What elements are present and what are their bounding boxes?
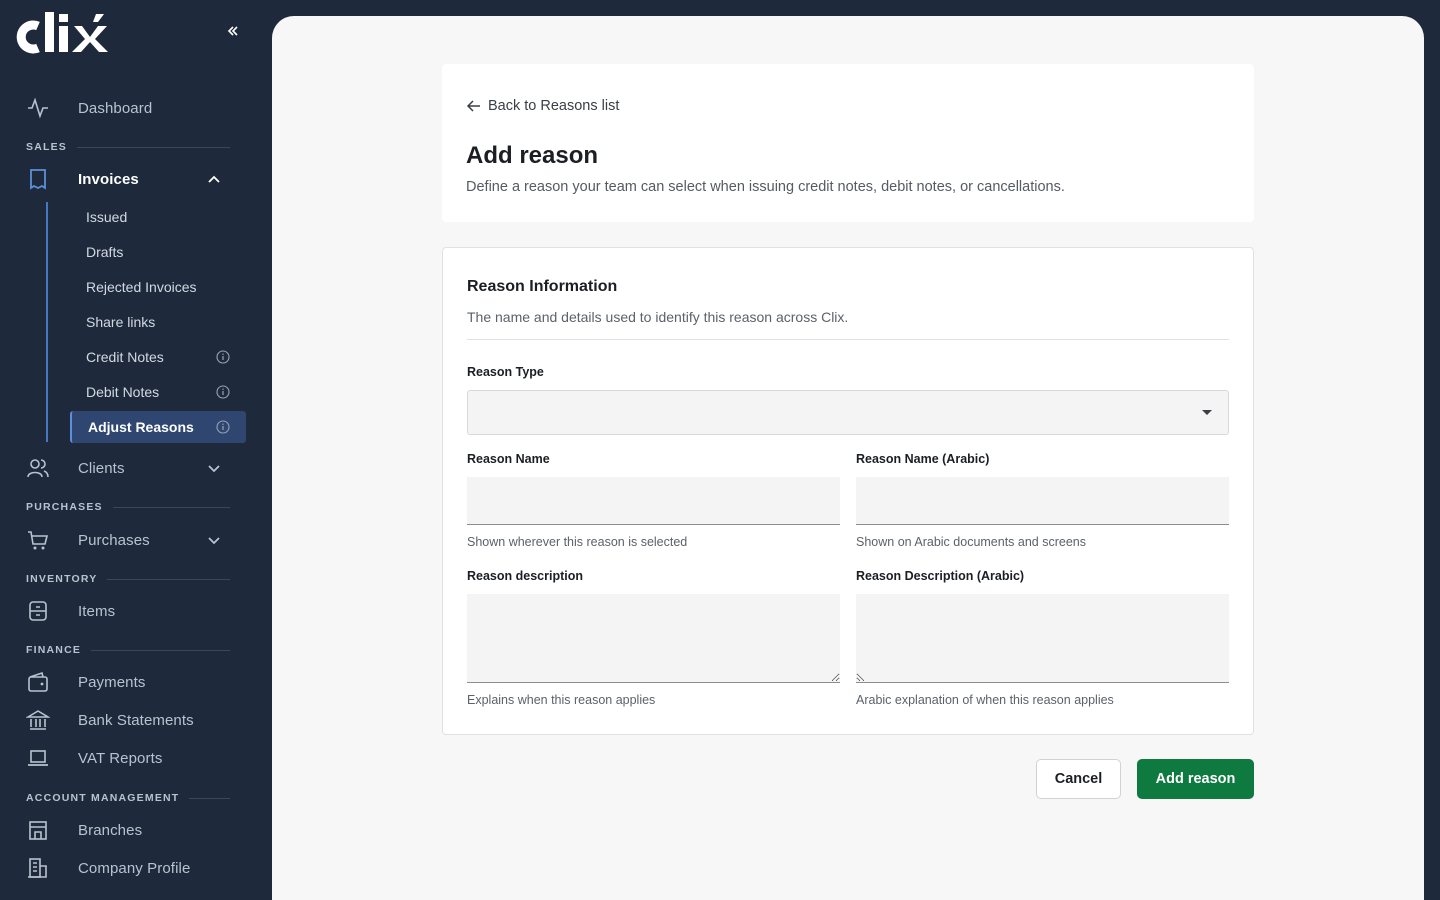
clix-logo — [16, 12, 108, 54]
sidebar-item-clients[interactable]: Clients — [26, 451, 232, 485]
sidebar-item-label: Bank Statements — [78, 711, 194, 729]
main-content: Back to Reasons list Add reason Define a… — [272, 16, 1424, 900]
sidebar-item-label: Payments — [78, 673, 146, 691]
sidebar-item-company-profile[interactable]: Company Profile — [26, 851, 232, 885]
sidebar-item-bank-statements[interactable]: Bank Statements — [26, 703, 232, 737]
sidebar-item-vat-reports[interactable]: VAT Reports — [26, 741, 232, 775]
sidebar-item-items[interactable]: Items — [26, 594, 232, 628]
laptop-icon — [28, 750, 48, 766]
section-account-management: ACCOUNT MANAGEMENT — [26, 791, 230, 805]
sidebar-subitem-drafts[interactable]: Drafts — [70, 236, 246, 268]
sidebar-item-label: Purchases — [78, 531, 150, 549]
section-purchases: PURCHASES — [26, 500, 230, 514]
section-sales: SALES — [26, 140, 230, 154]
reason-form: Reason Information The name and details … — [442, 247, 1254, 735]
page-header: Back to Reasons list Add reason Define a… — [442, 64, 1254, 222]
page-title: Add reason — [466, 142, 599, 169]
reason-description-arabic-label: Reason Description (Arabic) — [856, 569, 1025, 583]
section-subtitle: The name and details used to identify th… — [467, 309, 849, 325]
sidebar-item-label: Invoices — [78, 170, 139, 188]
users-icon — [27, 459, 49, 478]
sidebar-subitem-share-links[interactable]: Share links — [70, 306, 246, 338]
sidebar-item-label: Dashboard — [78, 99, 153, 117]
wallet-icon — [28, 671, 48, 692]
sidebar: Dashboard SALES Invoices Issued Drafts R… — [0, 0, 272, 900]
chevron-up-icon — [208, 175, 220, 183]
reason-description-label: Reason description — [467, 569, 583, 583]
reason-name-helper: Shown wherever this reason is selected — [467, 535, 688, 549]
add-reason-button[interactable]: Add reason — [1137, 759, 1254, 799]
page-subtitle: Define a reason your team can select whe… — [466, 179, 1065, 195]
reason-type-label: Reason Type — [467, 365, 544, 379]
cancel-button[interactable]: Cancel — [1036, 759, 1121, 799]
reason-description-arabic-helper: Arabic explanation of when this reason a… — [856, 693, 1114, 707]
sidebar-item-label: VAT Reports — [78, 749, 163, 767]
reason-type-select[interactable] — [467, 390, 1229, 435]
sidebar-item-label: Clients — [78, 459, 125, 477]
section-inventory: INVENTORY — [26, 572, 230, 586]
chevron-down-icon — [208, 465, 220, 473]
sidebar-item-label: Branches — [78, 821, 143, 839]
activity-icon — [28, 97, 48, 119]
reason-name-label: Reason Name — [467, 452, 550, 466]
sidebar-item-label: Company Profile — [78, 859, 191, 877]
reason-name-arabic-input[interactable] — [856, 477, 1229, 525]
sidebar-subitem-credit-notes[interactable]: Credit Notes — [70, 341, 246, 373]
collapse-sidebar-button[interactable] — [222, 20, 244, 42]
sidebar-subitem-debit-notes[interactable]: Debit Notes — [70, 376, 246, 408]
info-icon[interactable] — [216, 350, 230, 364]
reason-name-arabic-label: Reason Name (Arabic) — [856, 452, 990, 466]
arrow-left-icon — [466, 100, 480, 112]
box-icon — [29, 601, 47, 621]
sidebar-item-dashboard[interactable]: Dashboard — [26, 91, 232, 125]
sidebar-item-label: Items — [78, 602, 116, 620]
bank-icon — [26, 710, 50, 730]
double-chevron-left-icon — [227, 26, 238, 36]
reason-name-arabic-helper: Shown on Arabic documents and screens — [856, 535, 1086, 549]
store-icon — [29, 821, 47, 840]
reason-description-helper: Explains when this reason applies — [467, 693, 656, 707]
chevron-down-icon — [208, 537, 220, 545]
sidebar-item-invoices[interactable]: Invoices — [26, 162, 232, 196]
submenu-rail — [46, 202, 48, 442]
building-icon — [28, 858, 47, 878]
back-to-reasons-link[interactable]: Back to Reasons list — [466, 98, 619, 114]
sidebar-subitem-adjust-reasons[interactable]: Adjust Reasons — [70, 411, 246, 443]
reason-description-arabic-textarea[interactable] — [856, 594, 1229, 683]
info-icon[interactable] — [216, 420, 230, 434]
caret-down-icon — [1202, 410, 1212, 415]
sidebar-subitem-issued[interactable]: Issued — [70, 201, 246, 233]
sidebar-subitem-rejected-invoices[interactable]: Rejected Invoices — [70, 271, 246, 303]
section-finance: FINANCE — [26, 643, 230, 657]
reason-name-input[interactable] — [467, 477, 840, 525]
sidebar-item-payments[interactable]: Payments — [26, 665, 232, 699]
section-title: Reason Information — [467, 278, 618, 295]
receipt-icon — [30, 169, 46, 190]
cart-icon — [28, 531, 49, 550]
sidebar-item-purchases[interactable]: Purchases — [26, 523, 232, 557]
section-divider — [467, 339, 1229, 340]
reason-description-textarea[interactable] — [467, 594, 840, 683]
info-icon[interactable] — [216, 385, 230, 399]
sidebar-item-branches[interactable]: Branches — [26, 813, 232, 847]
